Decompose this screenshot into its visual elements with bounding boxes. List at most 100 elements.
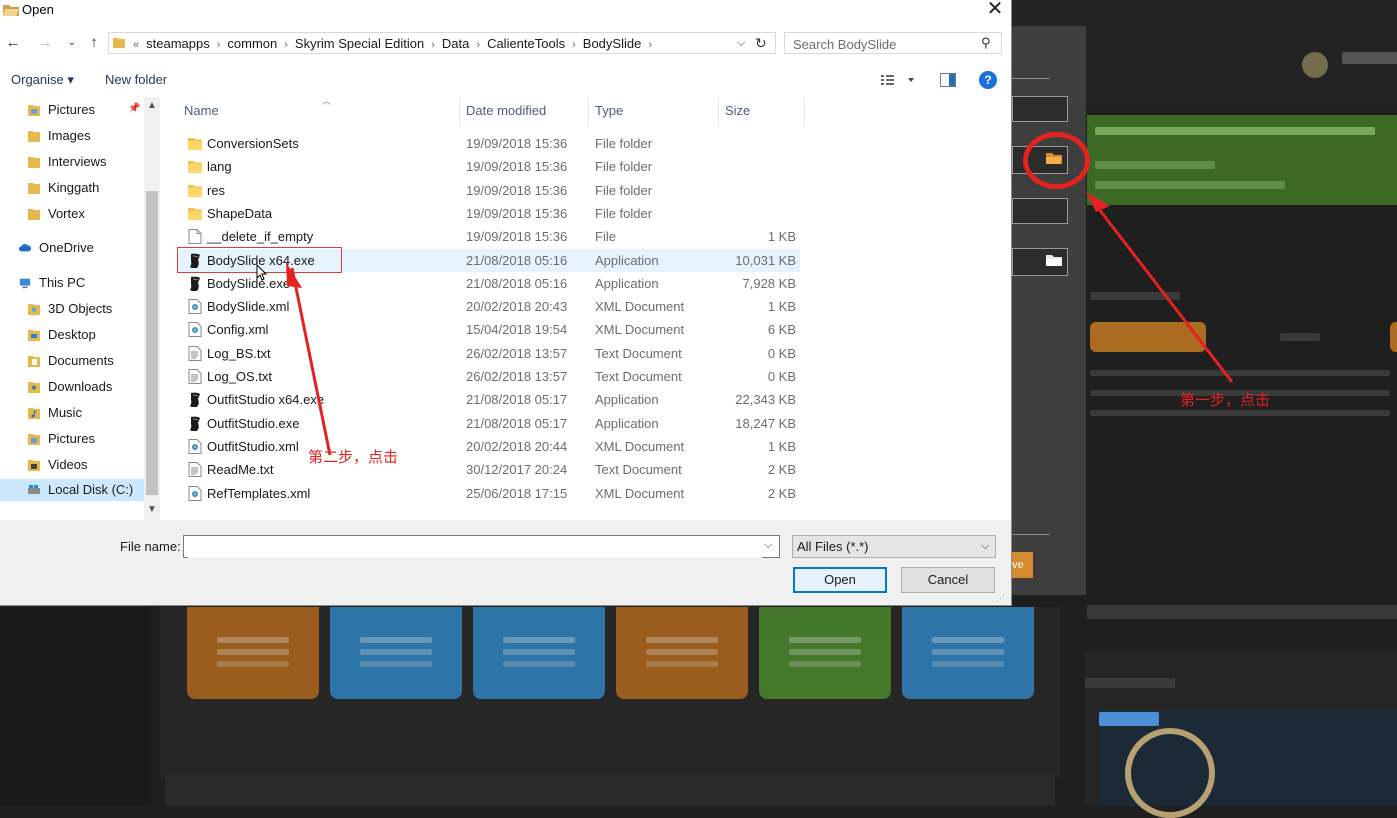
sort-ascending-icon: ︿ [322,96,332,106]
open-button[interactable]: Open [793,567,887,593]
column-header-date-modified[interactable]: Date modified [460,97,589,127]
file-type: File folder [595,182,653,198]
file-type: XML Document [595,299,685,315]
breadcrumb-item[interactable]: steamapps [146,36,210,51]
file-row[interactable]: Log_OS.txt 26/02/2018 13:57 Text Document 0… [178,365,800,388]
breadcrumb-overflow[interactable]: « [133,39,139,51]
bg-text-field[interactable] [1012,198,1068,224]
close-button[interactable]: ✕ [978,0,1012,22]
nav-item-kinggath[interactable]: Kinggath [28,177,138,199]
nav-item-3d-objects[interactable]: 3D Objects [28,298,138,320]
file-row[interactable]: RefTemplates.xml 25/06/2018 17:15 XML Docu… [178,482,800,505]
file-name-combobox[interactable]: ⌵ [183,535,780,558]
change-view-icon[interactable] [880,72,920,88]
nav-item-music[interactable]: Music [28,402,138,424]
nav-item-interviews[interactable]: Interviews [28,151,138,173]
file-row[interactable]: res 19/09/2018 15:36 File folder [178,179,800,202]
column-header-size[interactable]: Size [719,97,805,127]
file-row[interactable]: BodySlide.xml 20/02/2018 20:43 XML Documen… [178,295,800,318]
file-type: Application [595,275,659,291]
search-box[interactable]: ⚲ [784,32,1002,54]
nav-item-pictures[interactable]: Pictures [28,99,138,121]
pin-icon[interactable]: 📌 [128,103,140,115]
file-type-select[interactable]: All Files (*.*) ⌵ [792,535,996,558]
bg-save-button[interactable]: ve [1012,552,1033,578]
nav-item-pictures-pc[interactable]: Pictures [28,428,138,450]
file-row[interactable]: Config.xml 15/04/2018 19:54 XML Document 6 … [178,318,800,341]
cancel-button[interactable]: Cancel [901,567,995,593]
file-row[interactable]: ShapeData 19/09/2018 15:36 File folder [178,202,800,225]
nav-item-videos[interactable]: Videos [28,454,138,476]
file-row[interactable]: __delete_if_empty 19/09/2018 15:36 File 1 K… [178,225,800,248]
bg-news-panel [1085,650,1397,818]
bg-tile [759,607,891,699]
folder-icon [113,38,125,48]
breadcrumb-item[interactable]: BodySlide [583,36,642,51]
chevron-down-icon[interactable]: ⌵ [764,539,772,552]
scroll-down-arrow-icon[interactable]: ▼ [144,503,160,517]
file-row[interactable]: OutfitStudio.xml 20/02/2018 20:44 XML Docu… [178,435,800,458]
file-row[interactable]: ConversionSets 19/09/2018 15:36 File folde… [178,132,800,155]
file-row[interactable]: OutfitStudio.exe 21/08/2018 05:17 Applicat… [178,412,800,435]
search-input[interactable] [791,35,975,53]
refresh-icon[interactable]: ↻ [755,34,773,52]
file-date-modified: 20/02/2018 20:43 [466,299,568,315]
address-dropdown-icon[interactable]: ⌵ [737,35,751,51]
nav-item-this-pc[interactable]: This PC [19,272,139,294]
music-folder-icon [28,408,40,419]
nav-item-onedrive[interactable]: OneDrive [19,237,139,259]
breadcrumb-item[interactable]: Skyrim Special Edition [295,36,424,51]
column-header-type[interactable]: Type [589,97,719,127]
file-type: File folder [595,136,653,151]
nav-item-downloads[interactable]: Downloads [28,376,138,398]
application-icon [190,416,200,431]
organise-button[interactable]: Organise ▾ [11,72,74,88]
downloads-folder-icon [28,382,40,393]
file-name: lang [207,159,232,175]
file-size: 6 KB [767,322,796,338]
nav-item-desktop[interactable]: Desktop [28,324,138,346]
breadcrumb-item[interactable]: common [227,36,277,51]
resize-grip-icon[interactable]: ⋰ [996,592,1008,604]
address-bar[interactable]: «steamapps › common › Skyrim Special Edition… [108,32,776,54]
help-icon[interactable]: ? [979,71,997,89]
nav-item-local-disk[interactable]: Local Disk (C:) [0,479,144,501]
chevron-down-icon[interactable]: ⌵ [981,536,989,557]
bg-settings-panel: ve [1012,26,1086,595]
bg-text-field[interactable] [1012,96,1068,122]
search-icon[interactable]: ⚲ [981,35,997,51]
file-type: Text Document [595,462,682,478]
breadcrumb-item[interactable]: CalienteTools [487,36,565,51]
application-icon [190,276,200,291]
preview-pane-icon[interactable] [940,73,956,87]
file-name: res [207,182,226,198]
breadcrumb-item[interactable]: Data [442,36,469,51]
nav-item-images[interactable]: Images [28,125,138,147]
file-type: XML Document [595,485,685,501]
folder-open-icon[interactable] [1045,253,1063,267]
file-name-input[interactable] [188,537,762,558]
new-folder-button[interactable]: New folder [105,72,167,87]
file-type-value: All Files (*.*) [797,539,869,554]
file-name: Config.xml [207,322,269,338]
file-list: Name ︿ Date modified Type Size Conversion… [170,96,1012,520]
text-document-icon [188,369,202,384]
nav-item-vortex[interactable]: Vortex [28,203,138,225]
bg-path-field[interactable] [1012,248,1068,276]
recent-locations-chevron-icon[interactable]: ⌄ [62,33,82,53]
file-row[interactable]: Log_BS.txt 26/02/2018 13:57 Text Document 0… [178,342,800,365]
file-row[interactable]: ReadMe.txt 30/12/2017 20:24 Text Document 2… [178,458,800,481]
forward-arrow-icon[interactable]: → [35,33,55,53]
back-arrow-icon[interactable]: ← [3,33,23,53]
nav-pane-scrollbar[interactable]: ▲ ▼ [144,97,160,520]
column-header-name[interactable]: Name ︿ [178,96,460,127]
scroll-up-arrow-icon[interactable]: ▲ [144,99,160,113]
nav-item-documents[interactable]: Documents [28,350,138,372]
file-name: BodySlide.xml [207,299,290,315]
file-date-modified: 19/09/2018 15:36 [466,136,568,151]
up-arrow-icon[interactable]: ↑ [84,33,104,53]
file-row[interactable]: BodySlide.exe 21/08/2018 05:16 Application… [178,272,800,295]
scrollbar-thumb[interactable] [146,191,158,495]
file-row[interactable]: lang 19/09/2018 15:36 File folder [178,155,800,178]
file-row[interactable]: OutfitStudio x64.exe 21/08/2018 05:17 Appl… [178,388,800,411]
